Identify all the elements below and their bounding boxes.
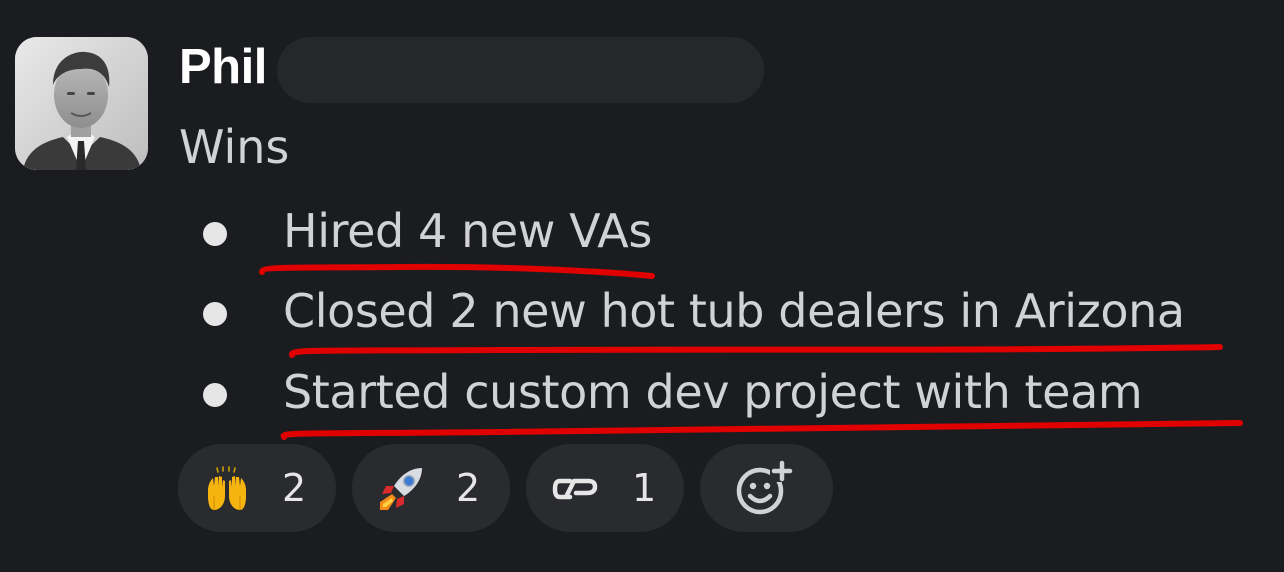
add-reaction-icon <box>736 460 794 515</box>
bullet-dot <box>203 383 227 407</box>
avatar-photo <box>15 37 148 170</box>
raising-hands-icon <box>208 466 246 510</box>
redacted-surname <box>277 37 764 103</box>
bullet-dot <box>203 302 227 326</box>
add-reaction-button[interactable] <box>700 444 833 532</box>
reaction-count: 2 <box>282 466 307 510</box>
bullet-text: Started custom dev project with team <box>283 365 1143 419</box>
avatar[interactable] <box>15 37 148 170</box>
reaction-rocket[interactable]: 2 <box>352 444 510 532</box>
message: Phil Wins Hired 4 new VAs Closed 2 new h… <box>0 0 1284 572</box>
annotation-underline-1 <box>259 263 655 279</box>
annotation-underline-2 <box>288 344 1223 358</box>
message-title: Wins <box>179 120 290 174</box>
annotation-underline-3 <box>280 420 1243 440</box>
author-name[interactable]: Phil <box>179 38 267 96</box>
bullet-dot <box>203 222 227 246</box>
custom-cp-emoji-icon <box>552 478 598 500</box>
bullet-text: Hired 4 new VAs <box>283 204 652 258</box>
rocket-icon <box>380 468 422 510</box>
reaction-count: 2 <box>456 466 481 510</box>
bullet-text: Closed 2 new hot tub dealers in Arizona <box>283 284 1185 338</box>
reaction-raising-hands[interactable]: 2 <box>178 444 336 532</box>
reaction-custom-cp[interactable]: 1 <box>526 444 684 532</box>
reaction-count: 1 <box>632 466 657 510</box>
